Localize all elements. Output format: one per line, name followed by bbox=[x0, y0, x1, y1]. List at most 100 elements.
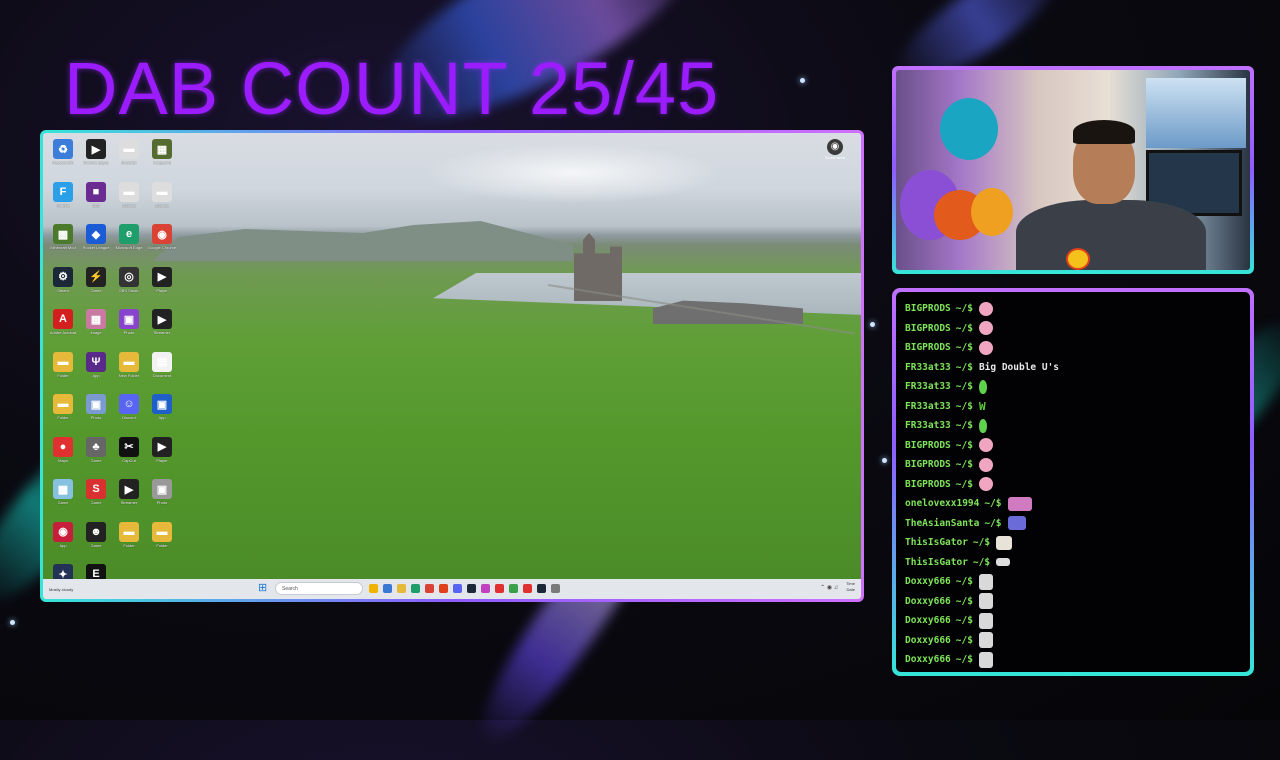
chat-message: BIGPRODS ~/$ bbox=[905, 475, 1250, 495]
desktop-icon[interactable]: ▩ Game bbox=[47, 479, 79, 522]
desktop-icon[interactable]: ▬ Rockstar bbox=[113, 139, 145, 182]
desktop-icon[interactable]: ▶ Player bbox=[146, 266, 178, 310]
chat-message: FR33at33 ~/$ W bbox=[905, 397, 1250, 417]
desktop-icon[interactable]: ⚙ Steam bbox=[47, 266, 79, 310]
taskbar-app-icon[interactable] bbox=[495, 584, 504, 593]
chat-emote-icon bbox=[978, 651, 993, 668]
desktop-icon[interactable]: e Microsoft Edge bbox=[113, 224, 145, 267]
desktop-icon[interactable]: S Game bbox=[80, 479, 112, 522]
chat-username: BIGPRODS bbox=[905, 478, 951, 490]
desktop-icon[interactable]: F Fortnite bbox=[47, 181, 79, 225]
app-icon: ◉ bbox=[53, 521, 73, 542]
chat-emote-icon bbox=[978, 593, 993, 610]
app-icon: Ψ bbox=[86, 351, 106, 372]
taskbar-search[interactable]: Search bbox=[275, 582, 363, 595]
desktop-icon[interactable]: ▩ Minecraft Mod bbox=[47, 224, 79, 267]
game-icon: ▩ bbox=[53, 224, 73, 244]
desktop-icon[interactable]: ■ OBS bbox=[80, 181, 112, 225]
taskbar-app-icon[interactable] bbox=[383, 584, 392, 593]
taskbar-app-icon[interactable] bbox=[467, 584, 476, 593]
desktop-icon[interactable]: ▣ Photo bbox=[113, 309, 145, 352]
clock[interactable]: Time Date bbox=[846, 581, 855, 593]
desktop-icon[interactable]: ▶ Streamer bbox=[146, 309, 178, 352]
chat-username: BIGPRODS bbox=[905, 342, 951, 354]
chat-emote-icon bbox=[978, 457, 993, 472]
desktop-icon[interactable]: ▬ Folder bbox=[113, 521, 145, 565]
chat-username: BIGPRODS bbox=[905, 459, 951, 471]
desktop-icon[interactable]: ▶ Player bbox=[146, 436, 178, 480]
start-button[interactable]: ⊞ bbox=[258, 583, 269, 594]
desktop-icon-label: Maps bbox=[58, 457, 68, 463]
chat-username: Doxxy666 bbox=[905, 576, 951, 588]
chat-message: Doxxy666 ~/$ bbox=[905, 631, 1250, 651]
chat-message: TheAsianSanta ~/$ bbox=[905, 514, 1250, 534]
desktop-icon[interactable]: ⚡ Game bbox=[80, 266, 112, 310]
desktop-icon-label: Folder bbox=[156, 542, 168, 548]
weather-widget[interactable]: Mostly cloudy bbox=[49, 587, 109, 592]
chat-prompt: ~/$ bbox=[955, 361, 973, 373]
taskbar-app-icon[interactable] bbox=[425, 584, 434, 593]
desktop-icon[interactable]: ▦ Image bbox=[80, 309, 112, 352]
chat-message: Doxxy666 ~/$ bbox=[905, 592, 1250, 612]
desktop-icon[interactable]: ▬ Shortcut bbox=[146, 181, 178, 225]
taskbar-app-icon[interactable] bbox=[523, 584, 532, 593]
taskbar-app-icon[interactable] bbox=[481, 584, 490, 593]
taskbar-app-icon[interactable] bbox=[397, 584, 406, 593]
chat-prompt: ~/$ bbox=[955, 342, 973, 354]
desktop-icon[interactable]: ▬ Folder bbox=[47, 351, 79, 395]
desktop-icon[interactable]: ▬ Folder bbox=[47, 394, 79, 437]
desktop-icon[interactable]: ◉ Google Chrome bbox=[146, 224, 178, 267]
desktop-icon[interactable]: ✂ CapCut bbox=[113, 436, 145, 480]
chat-prompt: ~/$ bbox=[955, 400, 973, 412]
chat-username: Doxxy666 bbox=[905, 595, 951, 607]
desktop-icon[interactable]: ▤ Document bbox=[146, 351, 178, 395]
chat-message: BIGPRODS ~/$ bbox=[905, 455, 1250, 475]
chat-username: FR33at33 bbox=[905, 361, 951, 373]
chat-emote-icon bbox=[978, 321, 993, 336]
desktop-icon-label: Game bbox=[57, 500, 69, 505]
desktop-icon-label: Photo bbox=[90, 415, 102, 420]
chat-message: ThisIsGator ~/$ bbox=[905, 553, 1250, 573]
taskbar-app-icon[interactable] bbox=[509, 584, 518, 593]
desktop-icon[interactable]: ♣ Game bbox=[80, 436, 112, 480]
desktop-icon-label: Shortcut bbox=[121, 202, 137, 208]
taskbar-app-icon[interactable] bbox=[453, 584, 462, 593]
chat-emote-icon bbox=[978, 632, 993, 649]
desktop-icon[interactable]: ◆ Rocket League bbox=[80, 224, 112, 267]
desktop-icon[interactable]: ● Maps bbox=[47, 436, 79, 480]
desktop-icon[interactable]: ▣ Photo bbox=[146, 479, 178, 522]
taskbar-app-icon[interactable] bbox=[551, 584, 560, 593]
desktop-icon-label: Player bbox=[156, 287, 168, 293]
desktop-icon[interactable]: ▬ New Folder bbox=[113, 351, 145, 395]
discord-icon: ☺ bbox=[119, 394, 139, 414]
desktop-icon-label: New Folder bbox=[118, 372, 140, 378]
obs-icon: ◎ bbox=[119, 266, 139, 287]
desktop-icon[interactable]: ▬ Shortcut bbox=[113, 181, 145, 225]
desktop-icon[interactable]: ▦ Image.png bbox=[146, 139, 178, 182]
shirt-logo bbox=[1066, 248, 1090, 270]
tray-icons[interactable]: ⌃ ◉ ♫ bbox=[820, 584, 838, 591]
desktop-icon[interactable]: ☻ Game bbox=[80, 521, 112, 565]
desktop-icon[interactable]: A Adobe Acrobat bbox=[47, 309, 79, 352]
steam-icon: ⚙ bbox=[53, 266, 73, 287]
game-icon: ▩ bbox=[53, 479, 73, 499]
desktop-icon[interactable]: ◉ App bbox=[47, 521, 79, 565]
taskbar-app-icon[interactable] bbox=[537, 584, 546, 593]
desktop-icon[interactable]: Ψ App bbox=[80, 351, 112, 395]
chat-message: onelovexx1994 ~/$ bbox=[905, 494, 1250, 514]
chat-username: BIGPRODS bbox=[905, 303, 951, 315]
chat-username: BIGPRODS bbox=[905, 439, 951, 451]
desktop-icon[interactable]: ◎ OBS Studio bbox=[113, 266, 145, 310]
taskbar-app-icon[interactable] bbox=[369, 584, 378, 593]
screenshot-widget[interactable]: ◉ Screenshot bbox=[815, 139, 855, 160]
desktop-icon[interactable]: ▶ Chrome player bbox=[80, 139, 112, 182]
desktop-icon[interactable]: ▶ Streamer bbox=[113, 479, 145, 522]
desktop-icon[interactable]: ♻ Recycle Bin bbox=[47, 139, 79, 182]
desktop-icon[interactable]: ☺ Discord bbox=[113, 394, 145, 437]
desktop-icon[interactable]: ▬ Folder bbox=[146, 521, 178, 565]
desktop-icon[interactable]: ▣ Photo bbox=[80, 394, 112, 437]
desktop-icon[interactable]: ▣ App bbox=[146, 394, 178, 437]
taskbar-app-icon[interactable] bbox=[411, 584, 420, 593]
taskbar-app-icon[interactable] bbox=[439, 584, 448, 593]
balloon bbox=[971, 188, 1013, 236]
